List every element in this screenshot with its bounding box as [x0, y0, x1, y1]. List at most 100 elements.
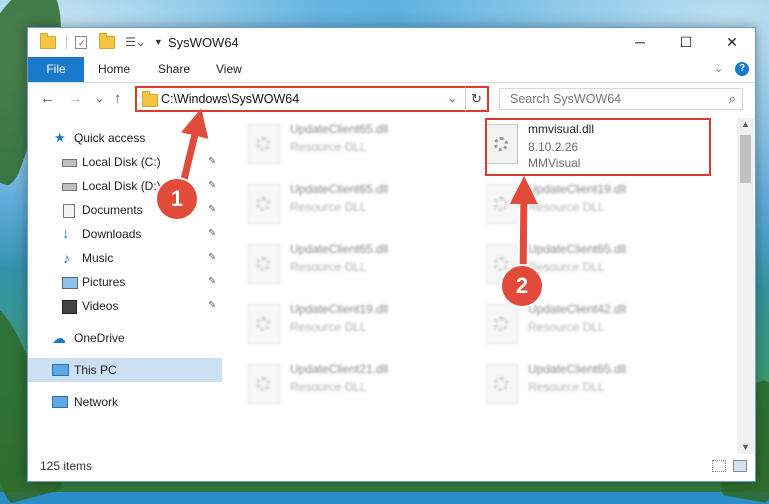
address-bar[interactable]: C:\Windows\SysWOW64 ⌄: [135, 86, 489, 112]
sidebar-item-local-disk-c[interactable]: Local Disk (C:) ✎: [28, 150, 222, 174]
recent-locations-button[interactable]: ⌄: [95, 92, 104, 105]
sidebar-item-label: Local Disk (C:): [82, 155, 161, 169]
dll-file-icon: [248, 124, 280, 164]
item-count: 125 items: [40, 459, 93, 473]
file-description: Resource DLL: [528, 320, 605, 334]
list-item[interactable]: UpdateClient19.dll Resource DLL: [470, 178, 698, 234]
pin-icon[interactable]: ✎: [208, 246, 216, 270]
file-description: Resource DLL: [290, 320, 367, 334]
pin-icon[interactable]: ✎: [208, 294, 216, 318]
drive-icon: [62, 183, 77, 191]
file-name: UpdateClient65.dll: [290, 182, 389, 196]
back-button[interactable]: ←: [40, 90, 55, 107]
tab-share[interactable]: Share: [158, 57, 190, 82]
file-name: UpdateClient65.dll: [528, 242, 627, 256]
ribbon: File Home Share View ⌄ ?: [28, 57, 755, 83]
network-icon: [52, 396, 68, 408]
file-list: UpdateClient65.dll Resource DLL mmvisual…: [232, 118, 737, 454]
close-button[interactable]: ✕: [709, 28, 755, 57]
file-name: UpdateClient19.dll: [528, 182, 627, 196]
address-dropdown-icon[interactable]: ⌄: [448, 92, 457, 105]
status-bar: 125 items: [28, 454, 755, 480]
quick-access-toolbar: ✓ ☰⌄ ▼: [40, 32, 172, 49]
dll-file-icon: [248, 184, 280, 224]
customize-toolbar-icon[interactable]: ☰⌄: [125, 35, 146, 49]
sidebar-item-label: This PC: [74, 363, 117, 377]
file-description: Resource DLL: [528, 380, 605, 394]
properties-icon[interactable]: ✓: [75, 35, 87, 49]
sidebar-item-videos[interactable]: Videos ✎: [28, 294, 222, 318]
scroll-up-icon[interactable]: ▲: [741, 119, 750, 129]
file-name: UpdateClient42.dll: [528, 302, 627, 316]
list-item[interactable]: UpdateClient21.dll Resource DLL: [232, 358, 460, 414]
list-item[interactable]: UpdateClient19.dll Resource DLL: [232, 298, 460, 354]
pin-icon[interactable]: ✎: [208, 198, 216, 222]
sidebar-item-label: Local Disk (D:): [82, 179, 161, 193]
file-name: UpdateClient21.dll: [290, 362, 389, 376]
large-icons-view-icon[interactable]: [733, 460, 747, 472]
minimize-button[interactable]: ─: [617, 28, 663, 57]
tab-home[interactable]: Home: [98, 57, 130, 82]
dll-file-icon: [486, 184, 518, 224]
sidebar-item-music[interactable]: ♪ Music ✎: [28, 246, 222, 270]
scroll-down-icon[interactable]: ▼: [741, 442, 750, 452]
forward-button[interactable]: →: [68, 90, 83, 107]
search-input[interactable]: Search SysWOW64 ⌕: [499, 88, 743, 110]
help-icon[interactable]: ?: [735, 62, 749, 76]
explorer-window: ✓ ☰⌄ ▼ SysWOW64 ─ ☐ ✕ File Home Share Vi…: [27, 27, 756, 482]
file-name: UpdateClient65.dll: [528, 362, 627, 376]
list-item[interactable]: UpdateClient65.dll Resource DLL: [232, 178, 460, 234]
sidebar-item-network[interactable]: Network: [28, 390, 222, 414]
details-view-icon[interactable]: [712, 460, 726, 472]
sidebar-item-downloads[interactable]: ↓ Downloads ✎: [28, 222, 222, 246]
sidebar-item-label: OneDrive: [74, 331, 125, 345]
file-description: Resource DLL: [290, 260, 367, 274]
star-icon: ★: [54, 130, 66, 145]
address-path: C:\Windows\SysWOW64: [161, 92, 300, 106]
sidebar-item-this-pc[interactable]: This PC: [28, 358, 222, 382]
list-item[interactable]: UpdateClient65.dll Resource DLL: [232, 118, 460, 174]
file-name: UpdateClient19.dll: [290, 302, 389, 316]
sidebar-item-label: Quick access: [74, 131, 146, 145]
tab-file[interactable]: File: [28, 57, 84, 82]
pictures-icon: [62, 277, 78, 289]
music-icon: ♪: [63, 250, 70, 266]
sidebar-item-label: Documents: [82, 203, 143, 217]
tab-view[interactable]: View: [216, 57, 242, 82]
file-description: Resource DLL: [290, 380, 367, 394]
new-folder-icon[interactable]: [99, 32, 115, 49]
videos-icon: [62, 300, 77, 314]
sidebar-item-onedrive[interactable]: ☁ OneDrive: [28, 326, 222, 350]
up-button[interactable]: ↑: [114, 90, 122, 107]
step-marker-2: 2: [500, 264, 544, 308]
list-item[interactable]: UpdateClient65.dll Resource DLL: [232, 238, 460, 294]
file-description: Resource DLL: [528, 200, 605, 214]
pin-icon[interactable]: ✎: [208, 174, 216, 198]
pin-icon[interactable]: ✎: [208, 270, 216, 294]
folder-icon: [40, 32, 56, 49]
refresh-button[interactable]: ↻: [465, 86, 489, 112]
vertical-scrollbar[interactable]: ▲ ▼: [737, 118, 754, 454]
drive-icon: [62, 159, 77, 167]
pin-icon[interactable]: ✎: [208, 222, 216, 246]
navigation-bar: ← → ⌄ ↑ C:\Windows\SysWOW64 ⌄ ↻ Search S…: [28, 83, 755, 115]
file-description: Resource DLL: [290, 200, 367, 214]
pc-icon: [52, 364, 69, 376]
documents-icon: [63, 204, 75, 218]
list-item[interactable]: UpdateClient42.dll Resource DLL: [470, 298, 698, 354]
sidebar-item-pictures[interactable]: Pictures ✎: [28, 270, 222, 294]
pin-icon[interactable]: ✎: [208, 150, 216, 174]
list-item[interactable]: UpdateClient65.dll Resource DLL: [470, 358, 698, 414]
downloads-icon: ↓: [62, 225, 70, 242]
expand-ribbon-icon[interactable]: ⌄: [714, 62, 723, 75]
sidebar-item-quick-access[interactable]: ★ Quick access: [28, 126, 222, 150]
maximize-button[interactable]: ☐: [663, 28, 709, 57]
file-name: UpdateClient65.dll: [290, 122, 389, 136]
title-bar: ✓ ☰⌄ ▼ SysWOW64 ─ ☐ ✕: [28, 28, 755, 57]
toolbar-dropdown-icon[interactable]: ▼: [154, 37, 163, 47]
sidebar-item-label: Downloads: [82, 227, 142, 241]
step-marker-1: 1: [155, 177, 199, 221]
dll-file-icon: [248, 304, 280, 344]
navigation-pane: ★ Quick access Local Disk (C:) ✎ Local D…: [28, 118, 222, 454]
scroll-thumb[interactable]: [740, 135, 751, 183]
